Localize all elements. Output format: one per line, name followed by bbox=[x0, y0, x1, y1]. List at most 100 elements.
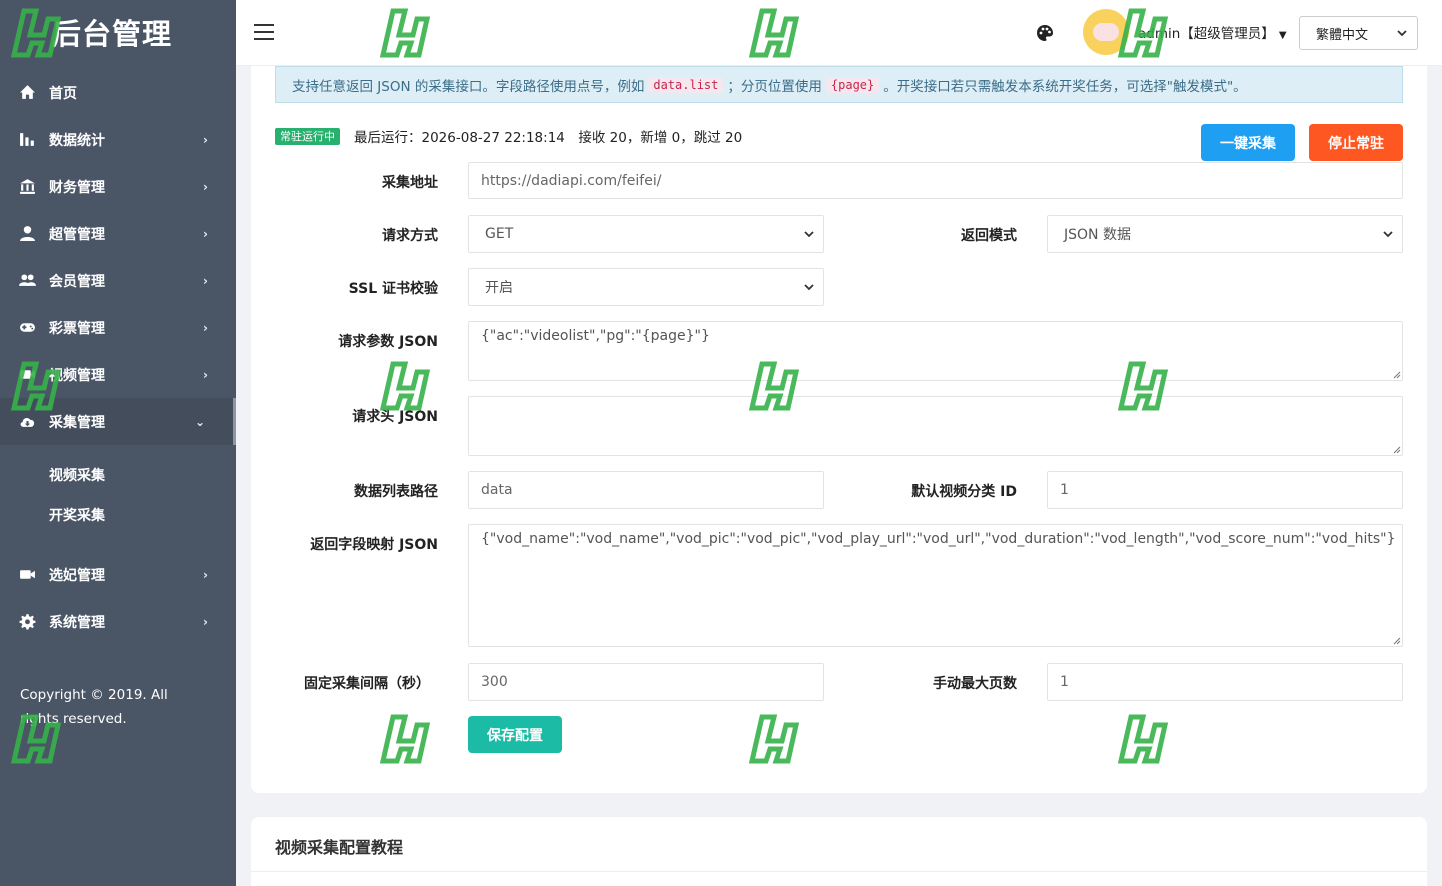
gear-icon bbox=[18, 614, 36, 630]
headers-label: 请求头 JSON bbox=[352, 409, 438, 425]
mapping-value: {"vod_name":"vod_name","vod_pic":"vod_pi… bbox=[481, 531, 1396, 547]
ssl-value: 开启 bbox=[485, 280, 513, 296]
interval-label: 固定采集间隔（秒） bbox=[304, 676, 430, 692]
sidebar-item-label: 财务管理 bbox=[49, 179, 105, 196]
sidebar-item-lottery[interactable]: 彩票管理 › bbox=[0, 304, 236, 351]
status-badge: 常驻运行中 bbox=[275, 128, 340, 145]
language-value: 繁體中文 bbox=[1316, 27, 1369, 43]
sidebar-item-videos[interactable]: 视频管理 › bbox=[0, 351, 236, 398]
language-select[interactable]: 繁體中文 bbox=[1299, 16, 1418, 50]
resize-handle-icon[interactable] bbox=[1393, 637, 1401, 645]
tutorial-title: 视频采集配置教程 bbox=[275, 838, 404, 857]
user-icon bbox=[18, 226, 36, 242]
notice-text-3: 。开奖接口若只需触发本系统开奖任务，可选择"触发模式"。 bbox=[883, 78, 1247, 95]
chevron-down-icon: ⌄ bbox=[194, 414, 205, 429]
status-text: 最后运行：2026-08-27 22:18:14 接收 20，新增 0，跳过 2… bbox=[354, 130, 743, 146]
sidebar-item-label: 彩票管理 bbox=[49, 320, 105, 337]
sidebar-item-label: 系统管理 bbox=[49, 614, 105, 631]
chevron-right-icon: › bbox=[203, 179, 208, 194]
sidebar-item-label: 超管管理 bbox=[49, 226, 105, 243]
cloud-download-icon bbox=[18, 414, 36, 430]
stop-resident-button[interactable]: 停止常驻 bbox=[1309, 124, 1403, 161]
sidebar-item-collection[interactable]: 采集管理 ⌄ bbox=[0, 398, 236, 445]
sidebar-item-label: 首页 bbox=[49, 85, 77, 102]
sidebar: 后台管理 首页 数据统计 › 财务管理 › 超管管理 › 会员管理 › 彩票管理… bbox=[0, 0, 236, 886]
users-icon bbox=[18, 273, 36, 289]
chevron-right-icon: › bbox=[203, 567, 208, 582]
sidebar-item-home[interactable]: 首页 bbox=[0, 69, 236, 116]
user-menu[interactable]: admin【超级管理员】 ▼ bbox=[1138, 22, 1287, 42]
sidebar-item-label: 会员管理 bbox=[49, 273, 105, 290]
resize-handle-icon[interactable] bbox=[1393, 446, 1401, 454]
mapping-label: 返回字段映射 JSON bbox=[310, 537, 438, 553]
bar-chart-icon bbox=[18, 132, 36, 148]
sidebar-item-admins[interactable]: 超管管理 › bbox=[0, 210, 236, 257]
sidebar-item-finance[interactable]: 财务管理 › bbox=[0, 163, 236, 210]
category-label: 默认视频分类 ID bbox=[911, 484, 1017, 500]
chevron-right-icon: › bbox=[203, 226, 208, 241]
params-textarea[interactable]: {"ac":"videolist","pg":"{page}"} bbox=[468, 321, 1403, 381]
chevron-right-icon: › bbox=[203, 367, 208, 382]
chevron-right-icon: › bbox=[203, 320, 208, 335]
resize-handle-icon[interactable] bbox=[1393, 371, 1401, 379]
mapping-textarea[interactable]: {"vod_name":"vod_name","vod_pic":"vod_pi… bbox=[468, 524, 1403, 647]
params-value: {"ac":"videolist","pg":"{page}"} bbox=[481, 328, 710, 344]
notice-code-path: data.list bbox=[648, 76, 724, 93]
notice-text-1: 支持任意返回 JSON 的采集接口。字段路径使用点号，例如 bbox=[292, 78, 645, 95]
notice-text-2: ；分页位置使用 bbox=[727, 78, 822, 95]
interval-field[interactable]: 300 bbox=[468, 663, 824, 701]
url-label: 采集地址 bbox=[382, 175, 438, 191]
ssl-label: SSL 证书校验 bbox=[348, 281, 438, 297]
caret-down-icon: ▼ bbox=[1278, 30, 1287, 41]
palette-icon[interactable] bbox=[1036, 24, 1054, 42]
max-pages-field[interactable]: 1 bbox=[1047, 663, 1403, 701]
top-bar: admin【超级管理员】 ▼ 繁體中文 bbox=[236, 0, 1442, 66]
max-pages-label: 手动最大页数 bbox=[933, 676, 1017, 692]
bank-icon bbox=[18, 179, 36, 195]
url-field[interactable]: https://dadiapi.com/feifei/ bbox=[468, 162, 1403, 199]
notice-code-page: {page} bbox=[825, 76, 880, 93]
info-notice: 支持任意返回 JSON 的采集接口。字段路径使用点号，例如 data.list … bbox=[275, 66, 1403, 103]
chevron-right-icon: › bbox=[203, 132, 208, 147]
sidebar-item-label: 选妃管理 bbox=[49, 567, 105, 584]
chevron-down-icon bbox=[804, 284, 814, 291]
sidebar-item-concubine[interactable]: 选妃管理 › bbox=[0, 551, 236, 598]
chevron-right-icon: › bbox=[203, 273, 208, 288]
chevron-down-icon bbox=[804, 231, 814, 238]
app-logo: 后台管理 bbox=[52, 17, 173, 51]
method-value: GET bbox=[485, 226, 514, 242]
list-path-field[interactable]: data bbox=[468, 471, 824, 509]
sidebar-item-system[interactable]: 系统管理 › bbox=[0, 598, 236, 645]
video-icon bbox=[18, 367, 36, 383]
sidebar-subitem-lottery-collect[interactable]: 开奖采集 bbox=[0, 495, 236, 535]
chevron-down-icon bbox=[1397, 30, 1407, 37]
save-config-button[interactable]: 保存配置 bbox=[468, 716, 562, 753]
ssl-select[interactable]: 开启 bbox=[468, 268, 824, 306]
mode-value: JSON 数据 bbox=[1064, 227, 1131, 243]
chevron-right-icon: › bbox=[203, 614, 208, 629]
method-select[interactable]: GET bbox=[468, 215, 824, 253]
mode-label: 返回模式 bbox=[961, 228, 1017, 244]
sidebar-submenu: 视频采集 开奖采集 bbox=[0, 445, 236, 551]
gamepad-icon bbox=[18, 320, 36, 336]
sidebar-item-stats[interactable]: 数据统计 › bbox=[0, 116, 236, 163]
chevron-down-icon bbox=[1383, 231, 1393, 238]
params-label: 请求参数 JSON bbox=[338, 334, 438, 350]
camera-icon bbox=[18, 567, 36, 583]
sidebar-subitem-video-collect[interactable]: 视频采集 bbox=[0, 455, 236, 495]
sidebar-item-label: 数据统计 bbox=[49, 132, 105, 149]
home-icon bbox=[18, 85, 36, 101]
collect-now-button[interactable]: 一键采集 bbox=[1201, 124, 1295, 161]
sidebar-item-members[interactable]: 会员管理 › bbox=[0, 257, 236, 304]
divider bbox=[251, 871, 1427, 872]
menu-toggle-icon[interactable] bbox=[254, 24, 274, 40]
mode-select[interactable]: JSON 数据 bbox=[1047, 215, 1403, 253]
collect-config-card: 支持任意返回 JSON 的采集接口。字段路径使用点号，例如 data.list … bbox=[251, 66, 1427, 793]
tutorial-card: 视频采集配置教程 bbox=[251, 817, 1427, 886]
method-label: 请求方式 bbox=[382, 228, 438, 244]
category-field[interactable]: 1 bbox=[1047, 471, 1403, 509]
headers-textarea[interactable] bbox=[468, 396, 1403, 456]
copyright-text: Copyright © 2019. All rights reserved. bbox=[20, 687, 168, 727]
sidebar-item-label: 采集管理 bbox=[49, 414, 105, 431]
avatar[interactable] bbox=[1083, 9, 1129, 55]
